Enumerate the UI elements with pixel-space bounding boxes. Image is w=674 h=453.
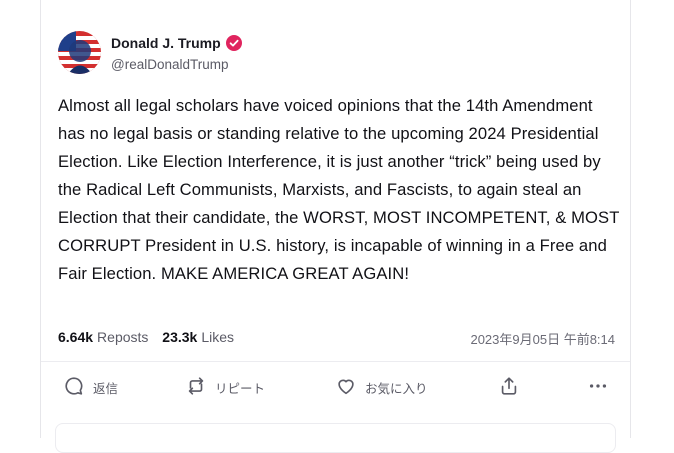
author-display-name[interactable]: Donald J. Trump <box>111 35 242 51</box>
like-button[interactable]: お気に入り <box>335 370 428 404</box>
share-button[interactable] <box>498 370 528 404</box>
more-icon <box>587 375 617 400</box>
repost-button[interactable]: リピート <box>185 370 265 404</box>
divider <box>41 361 630 362</box>
like-label: お気に入り <box>365 381 428 396</box>
post-timestamp[interactable]: 2023年9月05日 午前8:14 <box>470 329 615 348</box>
post-stats: 6.64k Reposts 23.3k Likes 2023年9月05日 午前8:1… <box>58 329 615 348</box>
share-icon <box>498 375 528 400</box>
reply-label: 返信 <box>93 381 119 396</box>
reposts-stat[interactable]: 6.64k Reposts <box>58 329 148 345</box>
reply-button[interactable]: 返信 <box>63 370 118 404</box>
author-avatar[interactable] <box>58 31 101 74</box>
repost-icon <box>185 375 215 400</box>
repost-label: リピート <box>215 381 266 396</box>
reply-icon <box>63 375 93 400</box>
verified-badge-icon <box>225 35 242 51</box>
likes-stat[interactable]: 23.3k Likes <box>162 329 234 345</box>
more-options-button[interactable] <box>587 370 617 404</box>
reposts-count: 6.64k <box>58 329 94 345</box>
likes-count: 23.3k <box>162 329 198 345</box>
author-handle[interactable]: @realDonaldTrump <box>111 57 229 72</box>
reposts-label: Reposts <box>97 329 149 345</box>
next-post-card-edge <box>55 423 616 453</box>
display-name-text: Donald J. Trump <box>111 35 221 51</box>
post-card: Donald J. Trump @realDonaldTrump Almost … <box>40 0 631 453</box>
post-actions-bar: 返信 リピート お気に入り <box>41 370 630 404</box>
likes-label: Likes <box>201 329 235 345</box>
post-text: Almost all legal scholars have voiced op… <box>58 96 620 283</box>
heart-icon <box>335 375 365 400</box>
